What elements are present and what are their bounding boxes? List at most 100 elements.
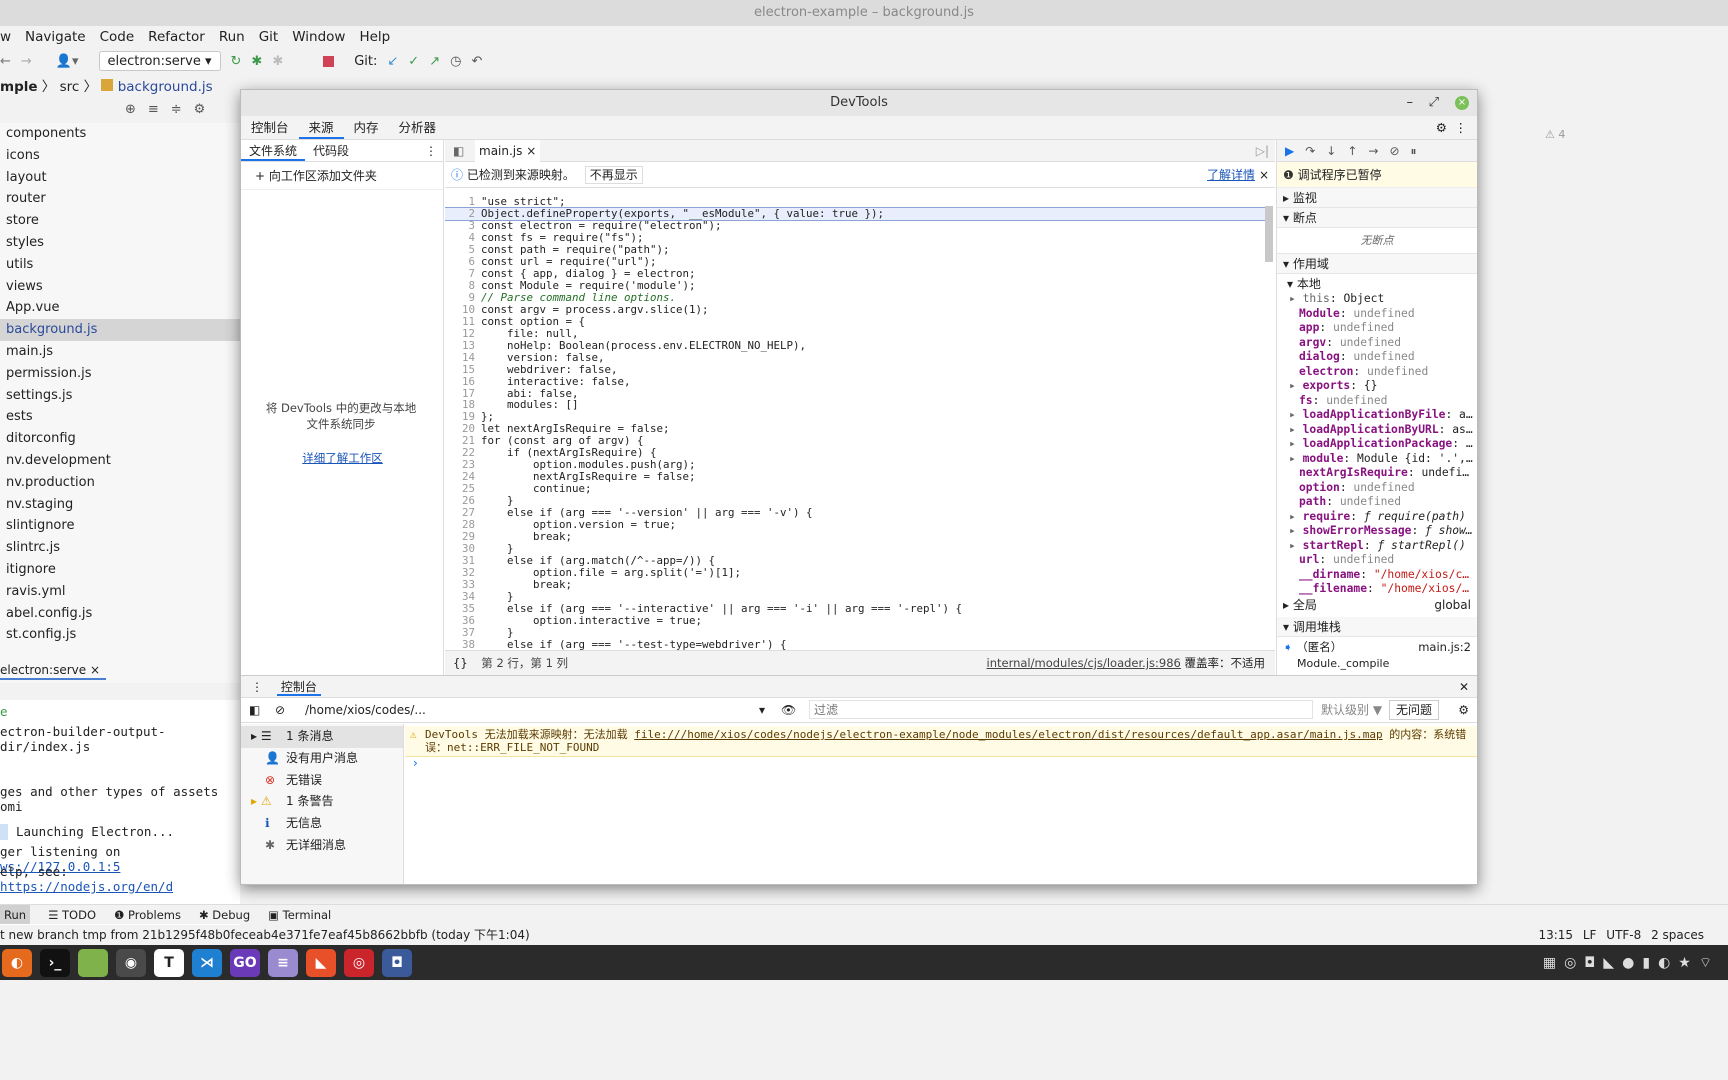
forward-icon[interactable]: →	[21, 54, 32, 69]
scope-variable[interactable]: option: undefined	[1277, 481, 1477, 496]
tree-item[interactable]: router	[0, 188, 240, 210]
git-history-icon[interactable]: ◷	[450, 54, 461, 69]
call-frame[interactable]: ➧ （匿名） main.js:2	[1277, 637, 1477, 657]
close-infobar-icon[interactable]: ×	[1259, 162, 1269, 188]
menu-refactor[interactable]: Refactor	[148, 26, 205, 48]
scope-section[interactable]: ▾ 作用域	[1277, 254, 1477, 274]
typora-icon[interactable]: T	[154, 948, 184, 977]
scope-variable[interactable]: electron: undefined	[1277, 365, 1477, 380]
menu-window[interactable]: Window	[292, 26, 345, 48]
tree-item[interactable]: ests	[0, 406, 240, 428]
tab-todo[interactable]: ☰ TODO	[48, 905, 96, 924]
live-expression-icon[interactable]: 👁	[781, 698, 796, 722]
tree-item[interactable]: slintignore	[0, 515, 240, 537]
screenshot-icon[interactable]: ◘	[382, 948, 412, 977]
expand-icon[interactable]: ▸	[1289, 379, 1303, 392]
scope-variable[interactable]: ▸ exports: {}	[1277, 379, 1477, 394]
line-number[interactable]: 14	[445, 351, 481, 364]
resume-icon[interactable]: ▶	[1285, 144, 1305, 158]
tree-item[interactable]: store	[0, 210, 240, 232]
tree-item[interactable]: layout	[0, 167, 240, 189]
scope-variable[interactable]: ▸ require: ƒ require(path)	[1277, 510, 1477, 525]
tree-item[interactable]: st.config.js	[0, 624, 240, 646]
info[interactable]: ℹ 无信息	[241, 813, 403, 835]
scope-variable[interactable]: argv: undefined	[1277, 336, 1477, 351]
notes-icon[interactable]: ≡	[268, 948, 298, 977]
back-icon[interactable]: ←	[0, 54, 11, 69]
deactivate-breakpoints-icon[interactable]: ⊘	[1389, 144, 1410, 158]
tree-item[interactable]: icons	[0, 145, 240, 167]
git-commit-icon[interactable]: ✓	[408, 54, 419, 69]
scope-variable[interactable]: path: undefined	[1277, 495, 1477, 510]
line-number[interactable]: 15	[445, 363, 481, 376]
tab-snippets[interactable]: 代码段	[305, 140, 357, 161]
close-drawer-icon[interactable]: ✕	[1459, 676, 1469, 698]
step-icon[interactable]: →	[1368, 144, 1389, 158]
log-levels-select[interactable]: 默认级别 ▼	[1321, 698, 1382, 722]
line-number[interactable]: 10	[445, 303, 481, 316]
line-number[interactable]: 9	[445, 291, 481, 304]
breadcrumb-file[interactable]: background.js	[118, 79, 213, 95]
tree-item[interactable]: main.js	[0, 341, 240, 363]
maximize-button[interactable]: ⤢	[1429, 90, 1439, 116]
terminal-icon[interactable]: ›_	[40, 948, 70, 977]
console-prompt[interactable]: ›	[413, 756, 418, 770]
line-number[interactable]: 6	[445, 255, 481, 268]
line-number[interactable]: 4	[445, 231, 481, 244]
menu-run[interactable]: Run	[219, 26, 245, 48]
scope-variable[interactable]: Module: undefined	[1277, 307, 1477, 322]
context-select[interactable]: /home/xios/codes/... ▾	[305, 698, 765, 722]
more-icon[interactable]: ⋮	[425, 140, 437, 162]
line-number[interactable]: 3	[445, 219, 481, 232]
scope-variable[interactable]: dialog: undefined	[1277, 350, 1477, 365]
verbose[interactable]: ✱ 无详细消息	[241, 835, 403, 857]
expand-icon[interactable]: ▸	[1289, 524, 1303, 537]
drawer-tab-console[interactable]: 控制台	[276, 680, 321, 696]
tree-item[interactable]: views	[0, 276, 240, 298]
call-frame[interactable]: Module._compile	[1277, 657, 1477, 671]
more-icon[interactable]: ⋮	[1455, 116, 1468, 140]
pretty-print-icon[interactable]: {}	[453, 656, 468, 670]
chrome-icon[interactable]: ◉	[116, 948, 146, 977]
expand-icon[interactable]: ▸	[1289, 452, 1303, 465]
breakpoints-section[interactable]: ▾ 断点	[1277, 208, 1477, 228]
encoding[interactable]: UTF-8	[1606, 928, 1641, 942]
menu-navigate[interactable]: Navigate	[25, 26, 86, 48]
sidebar-toggle-icon[interactable]: ◧	[249, 698, 260, 722]
scope-variable[interactable]: url: undefined	[1277, 553, 1477, 568]
tree-item[interactable]: permission.js	[0, 363, 240, 385]
tab-console[interactable]: 控制台	[241, 116, 299, 139]
tree-item[interactable]: ditorconfig	[0, 428, 240, 450]
step-into-icon[interactable]: ↓	[1326, 144, 1347, 158]
git-update-icon[interactable]: ↙	[387, 54, 398, 69]
tree-item[interactable]: ravis.yml	[0, 581, 240, 603]
settings-icon[interactable]: ⚙	[1436, 116, 1447, 140]
run-tab[interactable]: electron:serve ×	[0, 660, 106, 680]
scope-variable[interactable]: nextArgIsRequire: undefi…	[1277, 466, 1477, 481]
tree-item[interactable]: nv.production	[0, 472, 240, 494]
git-push-icon[interactable]: ↗	[429, 54, 440, 69]
tree-item[interactable]: App.vue	[0, 297, 240, 319]
local-scope[interactable]: ▾ 本地	[1277, 276, 1477, 292]
step-over-icon[interactable]: ↷	[1305, 144, 1326, 158]
source-link[interactable]: internal/modules/cjs/loader.js:986	[987, 656, 1181, 670]
user-messages[interactable]: 👤 没有用户消息	[241, 748, 403, 770]
menu-help[interactable]: Help	[359, 26, 390, 48]
tree-item[interactable]: components	[0, 123, 240, 145]
netease-music-icon[interactable]: ◎	[344, 948, 374, 977]
nodejs-link[interactable]: https://nodejs.org/en/d	[0, 879, 173, 894]
indent[interactable]: 2 spaces	[1651, 928, 1704, 942]
expand-icon[interactable]: ▸	[1289, 292, 1303, 305]
scope-variable[interactable]: ▸ this: Object	[1277, 292, 1477, 307]
menu-w[interactable]: w	[0, 26, 11, 48]
wps-icon[interactable]: ◣	[306, 948, 336, 977]
attach-icon[interactable]: ✱	[272, 54, 283, 69]
toggle-navigator-icon[interactable]: ◧	[453, 140, 464, 162]
console-settings-icon[interactable]: ⚙	[1458, 698, 1469, 722]
files-icon[interactable]	[78, 948, 108, 977]
learn-workspace-link[interactable]: 详细了解工作区	[241, 450, 444, 466]
user-icon[interactable]: 👤▾	[56, 54, 79, 69]
scope-variable[interactable]: __filename: "/home/xios/…	[1277, 582, 1477, 597]
scope-variable[interactable]: app: undefined	[1277, 321, 1477, 336]
line-number[interactable]: 12	[445, 327, 481, 340]
